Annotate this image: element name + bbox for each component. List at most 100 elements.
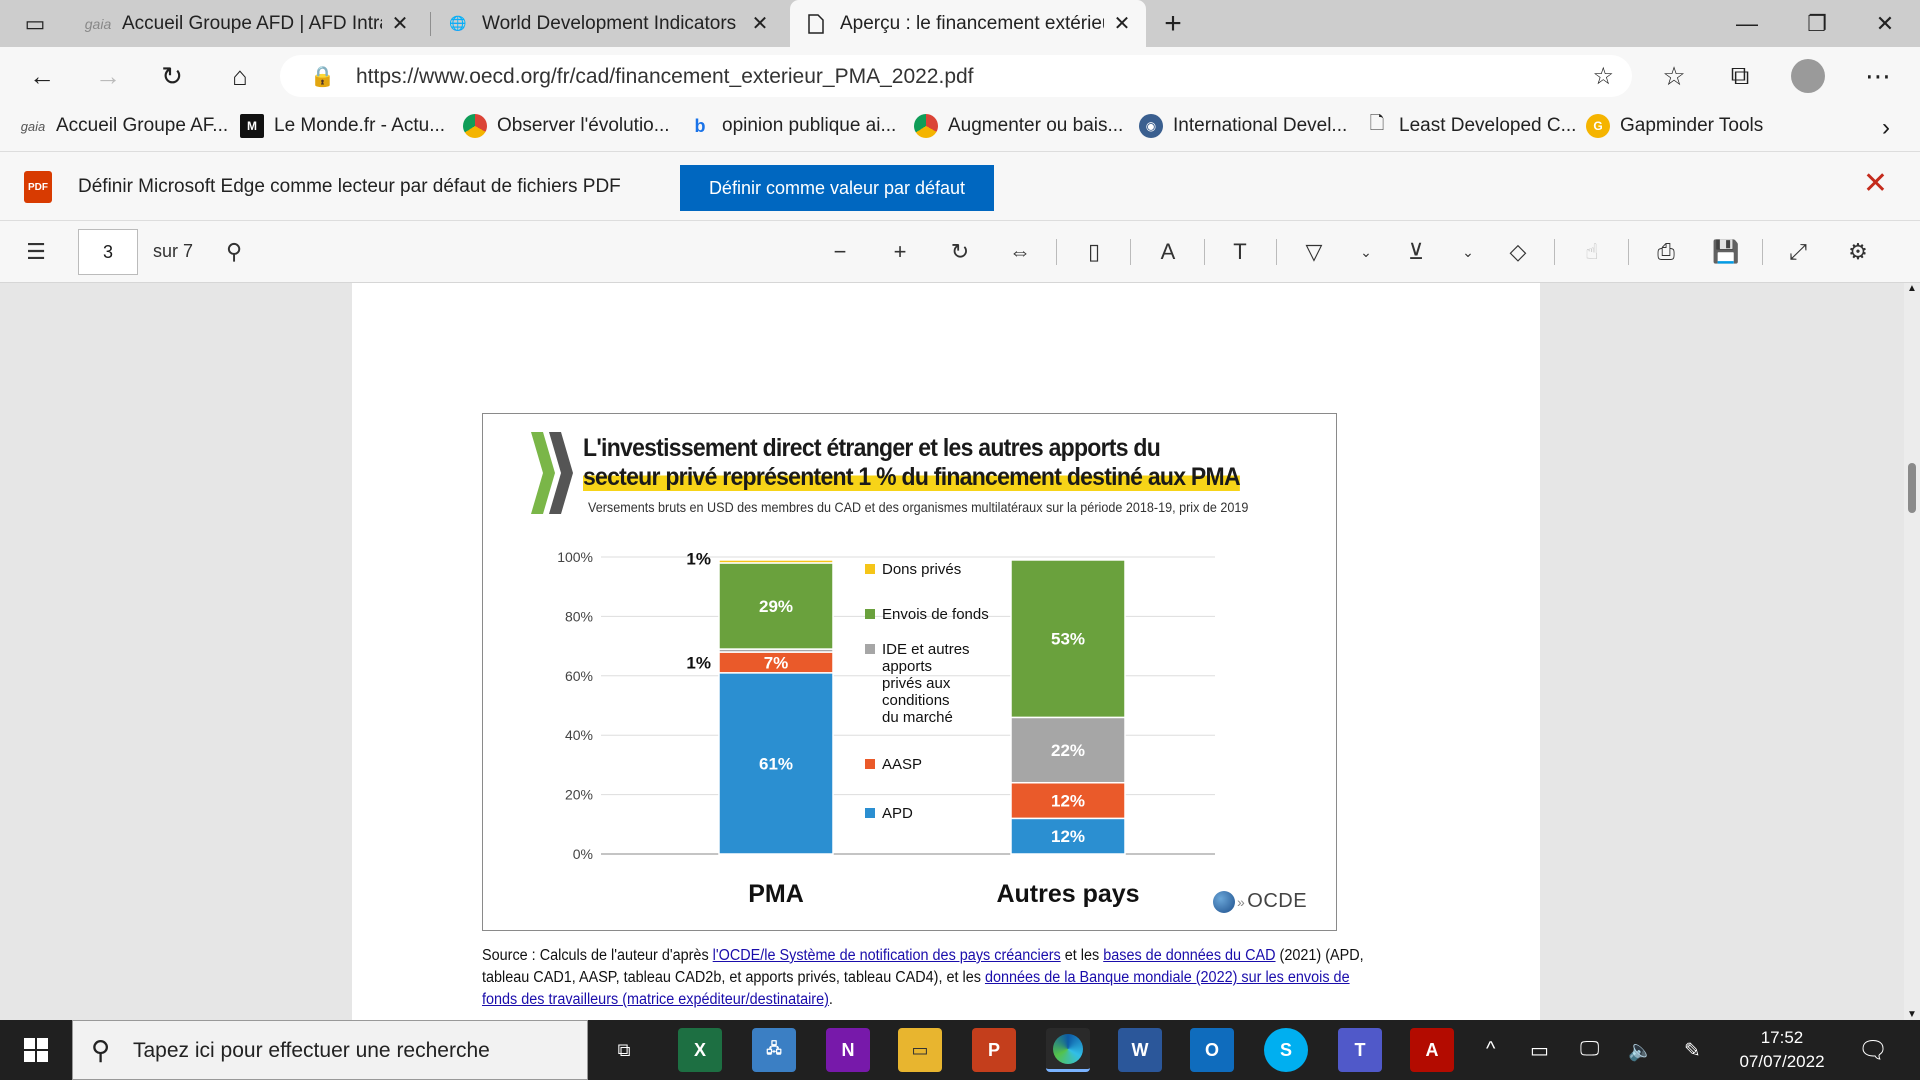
- save-icon[interactable]: 💾: [1710, 236, 1742, 268]
- close-tab-icon[interactable]: ✕: [390, 11, 410, 36]
- pdf-viewer[interactable]: L'investissement direct étranger et les …: [0, 283, 1904, 1020]
- url-text[interactable]: https://www.oecd.org/fr/cad/financement_…: [356, 65, 974, 89]
- forward-arrow-icon[interactable]: →: [88, 56, 128, 96]
- fullscreen-icon[interactable]: ⤢: [1782, 236, 1814, 268]
- acrobat-icon[interactable]: A: [1410, 1028, 1454, 1072]
- highlight-icon[interactable]: ⊻: [1400, 236, 1432, 268]
- pdf-page: L'investissement direct étranger et les …: [352, 283, 1540, 1020]
- bookmark-international-development[interactable]: ◉ International Devel...: [1139, 114, 1347, 138]
- source-link-oecd-crs[interactable]: l'OCDE/le Système de notification des pa…: [713, 947, 1061, 964]
- favorites-icon[interactable]: ☆: [1654, 56, 1694, 96]
- close-window-icon[interactable]: ✕: [1862, 0, 1908, 47]
- scroll-up-icon[interactable]: ▲: [1907, 283, 1917, 294]
- excel-icon[interactable]: X: [678, 1028, 722, 1072]
- page-number-input[interactable]: 3: [78, 229, 138, 275]
- bookmark-label: Least Developed C...: [1399, 115, 1577, 136]
- legend-swatch: [865, 808, 875, 818]
- pen-icon[interactable]: ✎: [1684, 1038, 1701, 1063]
- bookmark-gapminder[interactable]: G Gapminder Tools: [1586, 114, 1763, 138]
- battery-icon[interactable]: ▭: [1530, 1038, 1549, 1063]
- data-label: 53%: [1051, 630, 1085, 649]
- file-explorer-icon[interactable]: ▭: [898, 1028, 942, 1072]
- erase-icon[interactable]: ◇: [1502, 236, 1534, 268]
- gaia-favicon-icon: gaia: [84, 15, 112, 32]
- minimize-icon[interactable]: —: [1724, 0, 1770, 47]
- skype-icon[interactable]: S: [1264, 1028, 1308, 1072]
- profile-avatar-icon[interactable]: [1788, 56, 1828, 96]
- fit-to-width-icon[interactable]: ⇔: [1004, 236, 1036, 268]
- bookmark-label: Observer l'évolutio...: [497, 115, 670, 136]
- read-aloud-icon[interactable]: A: [1152, 236, 1184, 268]
- new-tab-icon[interactable]: +: [1150, 0, 1196, 47]
- zoom-in-icon[interactable]: +: [884, 236, 916, 268]
- tab-actions-icon[interactable]: ▭: [12, 0, 58, 47]
- chevron-right-icon[interactable]: ›: [1882, 114, 1890, 142]
- settings-gear-icon[interactable]: ⚙: [1842, 236, 1874, 268]
- volume-icon[interactable]: 🔈: [1628, 1038, 1653, 1063]
- taskbar-search[interactable]: ⚲ Tapez ici pour effectuer une recherche: [72, 1020, 588, 1080]
- word-icon[interactable]: W: [1118, 1028, 1162, 1072]
- close-tab-icon[interactable]: ✕: [750, 11, 770, 36]
- notification-center-icon[interactable]: 🗨: [1858, 1036, 1888, 1065]
- network-app-icon[interactable]: 🖧: [752, 1028, 796, 1072]
- collections-icon[interactable]: ⧉: [1720, 56, 1760, 96]
- bookmarks-bar: gaia Accueil Groupe AF... M Le Monde.fr …: [0, 105, 1920, 151]
- pdf-toolbar: ☰ 3 sur 7 ⚲ − + ↻ ⇔ ▯ A T ▽ ⌄ ⊻ ⌄ ◇ ☝ ⎙ …: [0, 221, 1920, 283]
- windows-logo-icon: [24, 1038, 48, 1062]
- vertical-scrollbar[interactable]: ▲ ▼: [1904, 283, 1920, 1020]
- taskbar-clock[interactable]: 17:52 07/07/2022: [1732, 1026, 1832, 1074]
- print-icon[interactable]: ⎙: [1650, 236, 1682, 268]
- table-of-contents-icon[interactable]: ☰: [20, 236, 52, 268]
- bookmark-accueil-groupe-afd[interactable]: gaia Accueil Groupe AF...: [20, 114, 228, 138]
- powerpoint-icon[interactable]: P: [972, 1028, 1016, 1072]
- rotate-icon[interactable]: ↻: [944, 236, 976, 268]
- chevron-up-icon[interactable]: ^: [1486, 1038, 1495, 1061]
- restore-icon[interactable]: ❐: [1794, 0, 1840, 47]
- lock-icon[interactable]: 🔒: [310, 64, 335, 89]
- page-view-icon[interactable]: ▯: [1078, 236, 1110, 268]
- bookmark-observer-evolution[interactable]: Observer l'évolutio...: [463, 114, 670, 138]
- search-placeholder: Tapez ici pour effectuer une recherche: [133, 1039, 490, 1062]
- tab-world-development-indicators[interactable]: 🌐 World Development Indicators | I ✕: [432, 0, 784, 47]
- chevron-down-icon[interactable]: ⌄: [1452, 236, 1484, 268]
- teams-icon[interactable]: T: [1338, 1028, 1382, 1072]
- refresh-icon[interactable]: ↻: [152, 56, 192, 96]
- chevron-down-icon[interactable]: ⌄: [1350, 236, 1382, 268]
- scroll-down-icon[interactable]: ▼: [1907, 1009, 1917, 1020]
- bookmark-augmenter-baisser[interactable]: Augmenter ou bais...: [914, 114, 1123, 138]
- start-button[interactable]: [0, 1020, 72, 1080]
- address-bar[interactable]: 🔒 https://www.oecd.org/fr/cad/financemen…: [280, 55, 1632, 97]
- outlook-icon[interactable]: O: [1190, 1028, 1234, 1072]
- more-menu-icon[interactable]: ⋯: [1858, 56, 1898, 96]
- onenote-icon[interactable]: N: [826, 1028, 870, 1072]
- zoom-out-icon[interactable]: −: [824, 236, 856, 268]
- home-icon[interactable]: ⌂: [220, 56, 260, 96]
- task-view-icon[interactable]: ⧉: [602, 1028, 646, 1072]
- search-icon[interactable]: ⚲: [218, 236, 250, 268]
- network-icon[interactable]: 🖵: [1580, 1038, 1599, 1061]
- bookmark-least-developed[interactable]: 🗋 Least Developed C...: [1365, 113, 1577, 138]
- add-favorite-icon[interactable]: ☆: [1592, 62, 1614, 91]
- text-box-icon[interactable]: T: [1224, 236, 1256, 268]
- draw-icon[interactable]: ▽: [1298, 236, 1330, 268]
- scrollbar-thumb[interactable]: [1908, 463, 1916, 513]
- tab-afd-intranet[interactable]: gaia Accueil Groupe AFD | AFD Intran ✕: [72, 0, 424, 47]
- bookmark-opinion-publique[interactable]: b opinion publique ai...: [688, 114, 897, 138]
- edge-icon[interactable]: [1046, 1028, 1090, 1072]
- source-link-cad-databases[interactable]: bases de données du CAD: [1103, 947, 1275, 964]
- set-default-button[interactable]: Définir comme valeur par défaut: [680, 165, 994, 211]
- globe-icon: 🌐: [449, 15, 467, 31]
- y-tick-label: 80%: [565, 608, 593, 624]
- tab-apercu-financement[interactable]: Aperçu : le financement extérieu ✕: [790, 0, 1146, 47]
- bookmark-label: Le Monde.fr - Actu...: [274, 115, 446, 136]
- close-tab-icon[interactable]: ✕: [1112, 11, 1132, 36]
- chart-figure: L'investissement direct étranger et les …: [482, 413, 1337, 931]
- tab-strip: ▭ gaia Accueil Groupe AFD | AFD Intran ✕…: [0, 0, 1920, 47]
- bookmark-le-monde[interactable]: M Le Monde.fr - Actu...: [240, 114, 445, 138]
- back-arrow-icon[interactable]: ←: [22, 56, 62, 96]
- y-tick-label: 0%: [573, 846, 593, 862]
- bar-segment: [718, 559, 834, 564]
- data-label: 7%: [764, 653, 789, 672]
- close-infobar-icon[interactable]: ✕: [1863, 166, 1888, 201]
- touch-icon[interactable]: ☝: [1576, 236, 1608, 268]
